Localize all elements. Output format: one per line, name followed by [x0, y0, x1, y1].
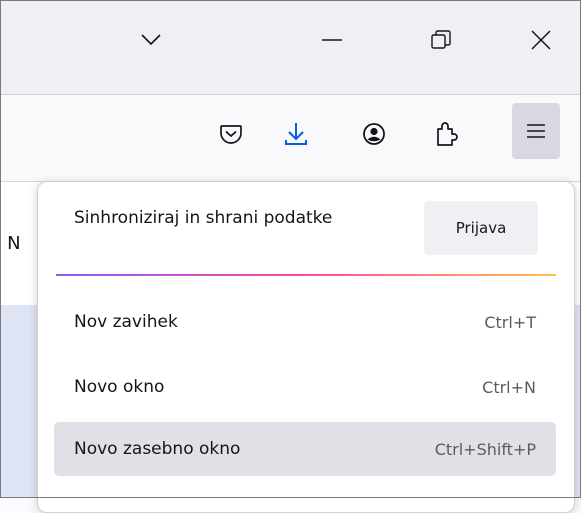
restore-icon — [430, 29, 452, 51]
page-partial-text: s N — [0, 233, 21, 254]
chevron-down-icon — [140, 33, 162, 47]
app-menu-panel: Sinhroniziraj in shrani podatke Prijava … — [37, 181, 575, 513]
extensions-icon — [434, 121, 458, 147]
application-menu-button[interactable] — [512, 103, 560, 159]
hamburger-menu-icon — [525, 122, 547, 140]
menu-item-new-private-window[interactable]: Novo zasebno okno Ctrl+Shift+P — [54, 422, 556, 476]
menu-item-shortcut: Ctrl+N — [482, 377, 536, 397]
menu-item-shortcut: Ctrl+T — [484, 312, 536, 332]
restore-button[interactable] — [419, 18, 463, 62]
menu-item-label: Nov zavihek — [74, 312, 178, 332]
menu-item-label: Novo zasebno okno — [74, 439, 241, 459]
sign-in-button[interactable]: Prijava — [424, 201, 538, 255]
minimize-button[interactable] — [310, 18, 354, 62]
navigation-toolbar — [0, 95, 581, 182]
title-bar — [0, 0, 581, 95]
download-icon — [284, 121, 308, 147]
extensions-button[interactable] — [424, 112, 468, 156]
list-all-tabs-button[interactable] — [129, 18, 173, 62]
close-button[interactable] — [519, 18, 563, 62]
gradient-separator — [56, 274, 556, 276]
minimize-icon — [321, 38, 343, 42]
menu-item-new-window[interactable]: Novo okno Ctrl+N — [54, 360, 556, 414]
account-button[interactable] — [352, 112, 396, 156]
downloads-button[interactable] — [274, 112, 318, 156]
close-icon — [530, 29, 552, 51]
menu-item-label: Novo okno — [74, 377, 165, 397]
menu-item-shortcut: Ctrl+Shift+P — [434, 439, 536, 459]
pocket-icon — [219, 123, 243, 145]
menu-item-new-tab[interactable]: Nov zavihek Ctrl+T — [54, 295, 556, 349]
sync-prompt-text: Sinhroniziraj in shrani podatke — [74, 208, 333, 228]
account-icon — [362, 122, 386, 146]
pocket-button[interactable] — [209, 112, 253, 156]
